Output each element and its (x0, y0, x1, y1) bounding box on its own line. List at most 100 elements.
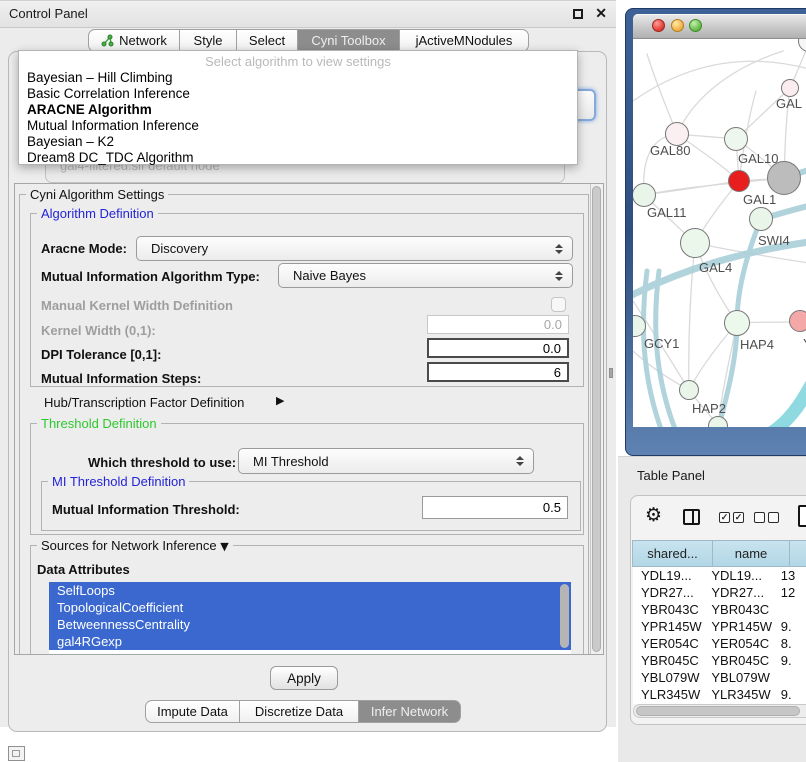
network-node-label: GAL (776, 96, 802, 111)
mi-steps-label: Mutual Information Steps: (41, 371, 201, 386)
tab-network-label: Network (119, 33, 167, 48)
algorithm-option[interactable]: Basic Correlation Inference (19, 86, 577, 102)
which-threshold-combo[interactable]: MI Threshold (238, 448, 534, 474)
control-panel-tabs: Network Style Select Cyni Toolbox jActiv… (88, 29, 529, 52)
table-row[interactable]: YPR145WYPR145W9. (633, 618, 806, 635)
table-row[interactable]: YBR045CYBR045C9. (633, 652, 806, 669)
network-window-titlebar[interactable] (633, 14, 806, 39)
table-row[interactable]: YBL079WYBL079W (633, 669, 806, 686)
settings-scrollbar-thumb[interactable] (592, 186, 601, 652)
panel-divider-grip[interactable] (609, 368, 613, 378)
table-row[interactable]: YER054CYER054C8. (633, 635, 806, 652)
collapsed-triangle-icon[interactable]: ▶ (276, 394, 284, 407)
table-cell: YBR043C (706, 601, 776, 618)
tab-impute-data[interactable]: Impute Data (145, 700, 240, 723)
network-node-hap4[interactable] (724, 310, 750, 336)
table-cell: YBR043C (633, 601, 706, 618)
tab-style[interactable]: Style (179, 29, 237, 52)
combo-spinner-icon (555, 244, 563, 254)
mi-type-value: Naive Bayes (293, 268, 366, 283)
table-cell: YDR27... (633, 584, 706, 601)
tab-network[interactable]: Network (88, 29, 180, 52)
tab-jactivemnodules[interactable]: jActiveMNodules (399, 29, 529, 52)
gear-icon[interactable]: ⚙ (645, 504, 662, 526)
network-node-gal[interactable] (781, 79, 799, 97)
tab-cyni-toolbox[interactable]: Cyni Toolbox (297, 29, 400, 52)
network-node-hap2[interactable] (679, 380, 699, 400)
kernel-width-field[interactable]: 0.0 (427, 315, 569, 334)
table-row[interactable]: YBR043CYBR043C (633, 601, 806, 618)
table-cell (777, 601, 806, 618)
attribute-item[interactable]: BetweennessCentrality (49, 616, 571, 633)
threshold-definition-title: Threshold Definition (37, 416, 161, 431)
table-row[interactable]: YLR345WYLR345W9. (633, 686, 806, 703)
network-node-y[interactable] (789, 310, 806, 332)
network-node-swi4[interactable] (749, 207, 773, 231)
table-cell: YER054C (633, 635, 706, 652)
column-header-name[interactable]: name (712, 540, 790, 567)
column-header-shared-name[interactable]: shared... (632, 540, 713, 567)
network-node[interactable] (767, 161, 801, 195)
table-icon[interactable] (798, 505, 806, 527)
algorithm-popup-placeholder: Select algorithm to view settings (19, 54, 577, 70)
expanded-triangle-icon[interactable]: ▼ (220, 540, 228, 553)
algorithm-option[interactable]: Mutual Information Inference (19, 118, 577, 134)
table-scrollbar-thumb[interactable] (636, 706, 800, 716)
table-panel-title: Table Panel (637, 468, 705, 483)
unchecked-checkbox-icon[interactable] (768, 512, 779, 523)
table-cell: YPR145W (633, 618, 706, 635)
network-canvas[interactable]: GALGAL80GAL10GAL1GAL11SWI4GAL4GCY1HAP4YH… (633, 39, 806, 427)
control-panel-title: Control Panel (9, 1, 88, 27)
network-node-label: GAL11 (647, 205, 687, 220)
algorithm-option[interactable]: Dream8 DC_TDC Algorithm (19, 150, 577, 166)
column-header-partial[interactable] (789, 540, 806, 567)
close-icon[interactable]: ✕ (595, 5, 607, 22)
network-node-gal10[interactable] (724, 127, 748, 151)
table-row[interactable]: YDL19...YDL19...13 (633, 567, 806, 584)
checked-checkbox-icon[interactable]: ✓ (733, 512, 744, 523)
minimize-traffic-light[interactable] (671, 19, 684, 32)
dpi-tolerance-field[interactable]: 0.0 (427, 338, 569, 358)
network-node-gal11[interactable] (633, 183, 656, 207)
table-cell: YDL19... (633, 567, 706, 584)
mi-threshold-group: MI Threshold Definition Mutual Informati… (41, 481, 581, 531)
aracne-mode-combo[interactable]: Discovery (136, 236, 573, 261)
checked-checkbox-icon[interactable]: ✓ (719, 512, 730, 523)
attribute-item[interactable]: SelfLoops (49, 582, 571, 599)
manual-kernel-checkbox[interactable] (551, 297, 566, 312)
tab-select[interactable]: Select (236, 29, 298, 52)
tab-discretize-data[interactable]: Discretize Data (239, 700, 359, 723)
close-traffic-light[interactable] (652, 19, 665, 32)
kernel-width-value: 0.0 (544, 317, 562, 332)
network-node-label: GAL1 (743, 192, 776, 207)
tab-infer-network[interactable]: Infer Network (358, 700, 461, 723)
table-cell: YPR145W (706, 618, 776, 635)
settings-vertical-scrollbar (590, 184, 603, 654)
which-threshold-label: Which threshold to use: (88, 455, 236, 470)
network-view-window: GALGAL80GAL10GAL1GAL11SWI4GAL4GCY1HAP4YH… (625, 8, 806, 456)
mi-steps-field[interactable]: 6 (427, 362, 569, 382)
float-window-icon[interactable] (573, 9, 583, 19)
table-cell: YBR045C (706, 652, 776, 669)
network-node-gal1[interactable] (728, 170, 750, 192)
manual-kernel-label: Manual Kernel Width Definition (41, 298, 233, 313)
unchecked-checkbox-icon[interactable] (754, 512, 765, 523)
attribute-item[interactable]: TopologicalCoefficient (49, 599, 571, 616)
mi-threshold-field[interactable]: 0.5 (422, 496, 568, 519)
algorithm-option[interactable]: Bayesian – Hill Climbing (19, 70, 577, 86)
docked-window-icon[interactable] (8, 746, 25, 761)
attribute-list-scrollbar[interactable] (560, 584, 569, 648)
table-cell: YBL079W (633, 669, 706, 686)
table-row[interactable]: YDR27...YDR27...12 (633, 584, 806, 601)
algorithm-option[interactable]: Bayesian – K2 (19, 134, 577, 150)
columns-icon[interactable] (683, 509, 700, 525)
attribute-item[interactable]: gal4RGexp (49, 633, 571, 650)
apply-button[interactable]: Apply (270, 666, 338, 690)
mi-type-combo[interactable]: Naive Bayes (278, 263, 573, 288)
network-node-gal4[interactable] (680, 228, 710, 258)
algorithm-option-selected[interactable]: ARACNE Algorithm (19, 102, 577, 118)
network-node-label: GAL80 (650, 143, 690, 158)
kernel-width-label: Kernel Width (0,1): (41, 323, 156, 338)
zoom-traffic-light[interactable] (689, 19, 702, 32)
table-horizontal-scrollbar (633, 704, 806, 718)
